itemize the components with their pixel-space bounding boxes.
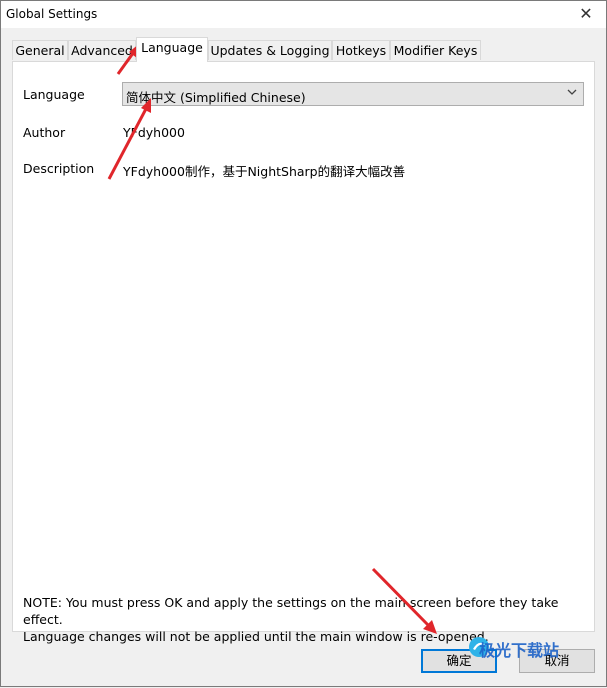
tab-updates-logging[interactable]: Updates & Logging (208, 40, 332, 60)
window-title: Global Settings (6, 7, 98, 21)
chevron-down-icon (566, 86, 578, 101)
description-label: Description (23, 161, 95, 176)
language-label: Language (23, 87, 85, 102)
tab-modifier-keys[interactable]: Modifier Keys (390, 40, 481, 60)
description-value: YFdyh000制作，基于NightSharp的翻译大幅改善 (123, 164, 406, 179)
title-bar: Global Settings ✕ (1, 1, 606, 28)
language-panel: Language 简体中文 (Simplified Chinese) Autho… (12, 61, 595, 644)
author-label: Author (23, 125, 66, 140)
tab-general[interactable]: General (12, 40, 68, 60)
close-icon[interactable]: ✕ (566, 1, 606, 28)
note-line-1: NOTE: You must press OK and apply the se… (23, 595, 559, 627)
settings-window: Global Settings ✕ General Advanced Langu… (0, 0, 607, 687)
watermark-text: 极光下载站 (479, 641, 560, 660)
tab-hotkeys[interactable]: Hotkeys (332, 40, 390, 60)
tab-language[interactable]: Language (136, 37, 208, 62)
language-select-value: 简体中文 (Simplified Chinese) (126, 90, 306, 105)
tab-advanced[interactable]: Advanced (68, 40, 136, 60)
language-select[interactable]: 简体中文 (Simplified Chinese) (122, 82, 584, 106)
author-value: YFdyh000 (123, 125, 185, 140)
